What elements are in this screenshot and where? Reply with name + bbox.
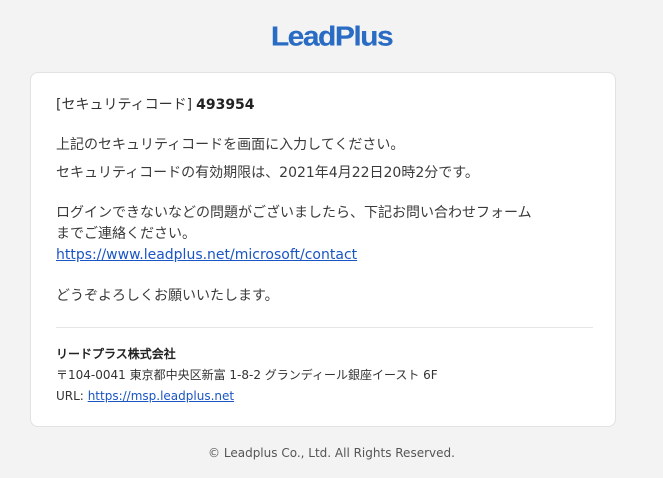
- security-code-line: [セキュリティコード] 493954: [56, 95, 255, 115]
- url-label: URL:: [56, 389, 84, 403]
- closing-text: どうぞよろしくお願いいたします。: [56, 288, 279, 304]
- company-address: 〒104-0041 東京都中央区新富 1-8-2 グランディール銀座イースト 6…: [56, 368, 438, 382]
- company-url-link[interactable]: https://msp.leadplus.net: [88, 389, 234, 403]
- security-code-label: [セキュリティコード]: [56, 97, 193, 113]
- contact-text-line2: までご連絡ください。: [56, 226, 196, 242]
- contact-link[interactable]: https://www.leadplus.net/microsoft/conta…: [56, 245, 357, 265]
- company-url-line: URL: https://msp.leadplus.net: [56, 388, 234, 404]
- security-code-value: 493954: [196, 97, 255, 113]
- email-page: LeadPlus [セキュリティコード] 493954 上記のセキュリティコードを…: [0, 0, 663, 478]
- company-name: リードプラス株式会社: [56, 347, 176, 361]
- signature-divider: [56, 327, 593, 328]
- email-card: [セキュリティコード] 493954 上記のセキュリティコードを画面に入力してくだ…: [30, 72, 616, 427]
- expiry-text: セキュリティコードの有効期限は、2021年4月22日20時2分です。: [56, 165, 479, 181]
- instruction-text: 上記のセキュリティコードを画面に入力してください。: [56, 137, 405, 153]
- copyright-footer: © Leadplus Co., Ltd. All Rights Reserved…: [208, 446, 455, 460]
- header-logo-area: LeadPlus: [0, 18, 663, 58]
- leadplus-logo: LeadPlus: [270, 21, 394, 52]
- contact-text-line1: ログインできないなどの問題がございましたら、下記お問い合わせフォーム: [56, 205, 532, 221]
